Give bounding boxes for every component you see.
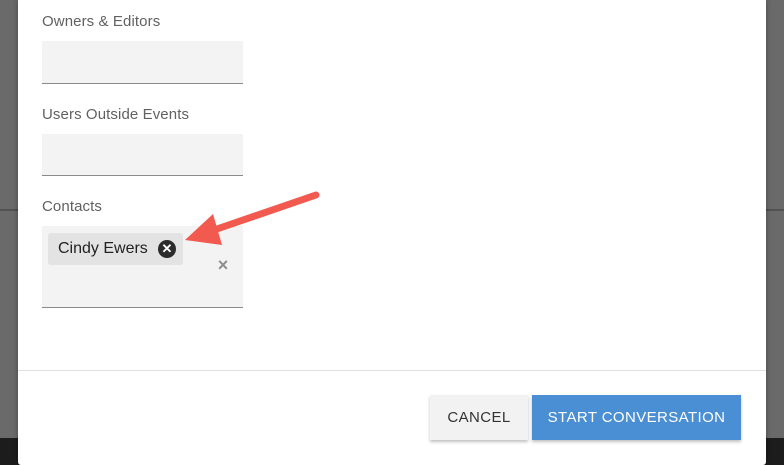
contact-chip: Cindy Ewers ✕ [48,233,183,265]
owners-editors-input[interactable] [42,41,243,84]
users-outside-events-input[interactable] [42,134,243,176]
contacts-input[interactable]: Cindy Ewers ✕ × [42,226,243,308]
users-outside-events-label: Users Outside Events [42,106,190,123]
owners-editors-label: Owners & Editors [42,13,161,30]
contacts-label: Contacts [42,198,102,215]
close-circle-icon[interactable]: ✕ [158,240,176,258]
backdrop [766,0,784,465]
start-conversation-button[interactable]: START CONVERSATION [532,395,741,440]
backdrop-divider [0,209,18,211]
footer-divider [18,370,766,371]
start-conversation-dialog: Owners & Editors Users Outside Events Co… [18,0,766,465]
close-icon[interactable]: × [216,256,230,274]
backdrop-divider [766,209,784,211]
cancel-button[interactable]: CANCEL [430,395,528,440]
contact-chip-label: Cindy Ewers [58,240,148,257]
backdrop [0,0,18,465]
